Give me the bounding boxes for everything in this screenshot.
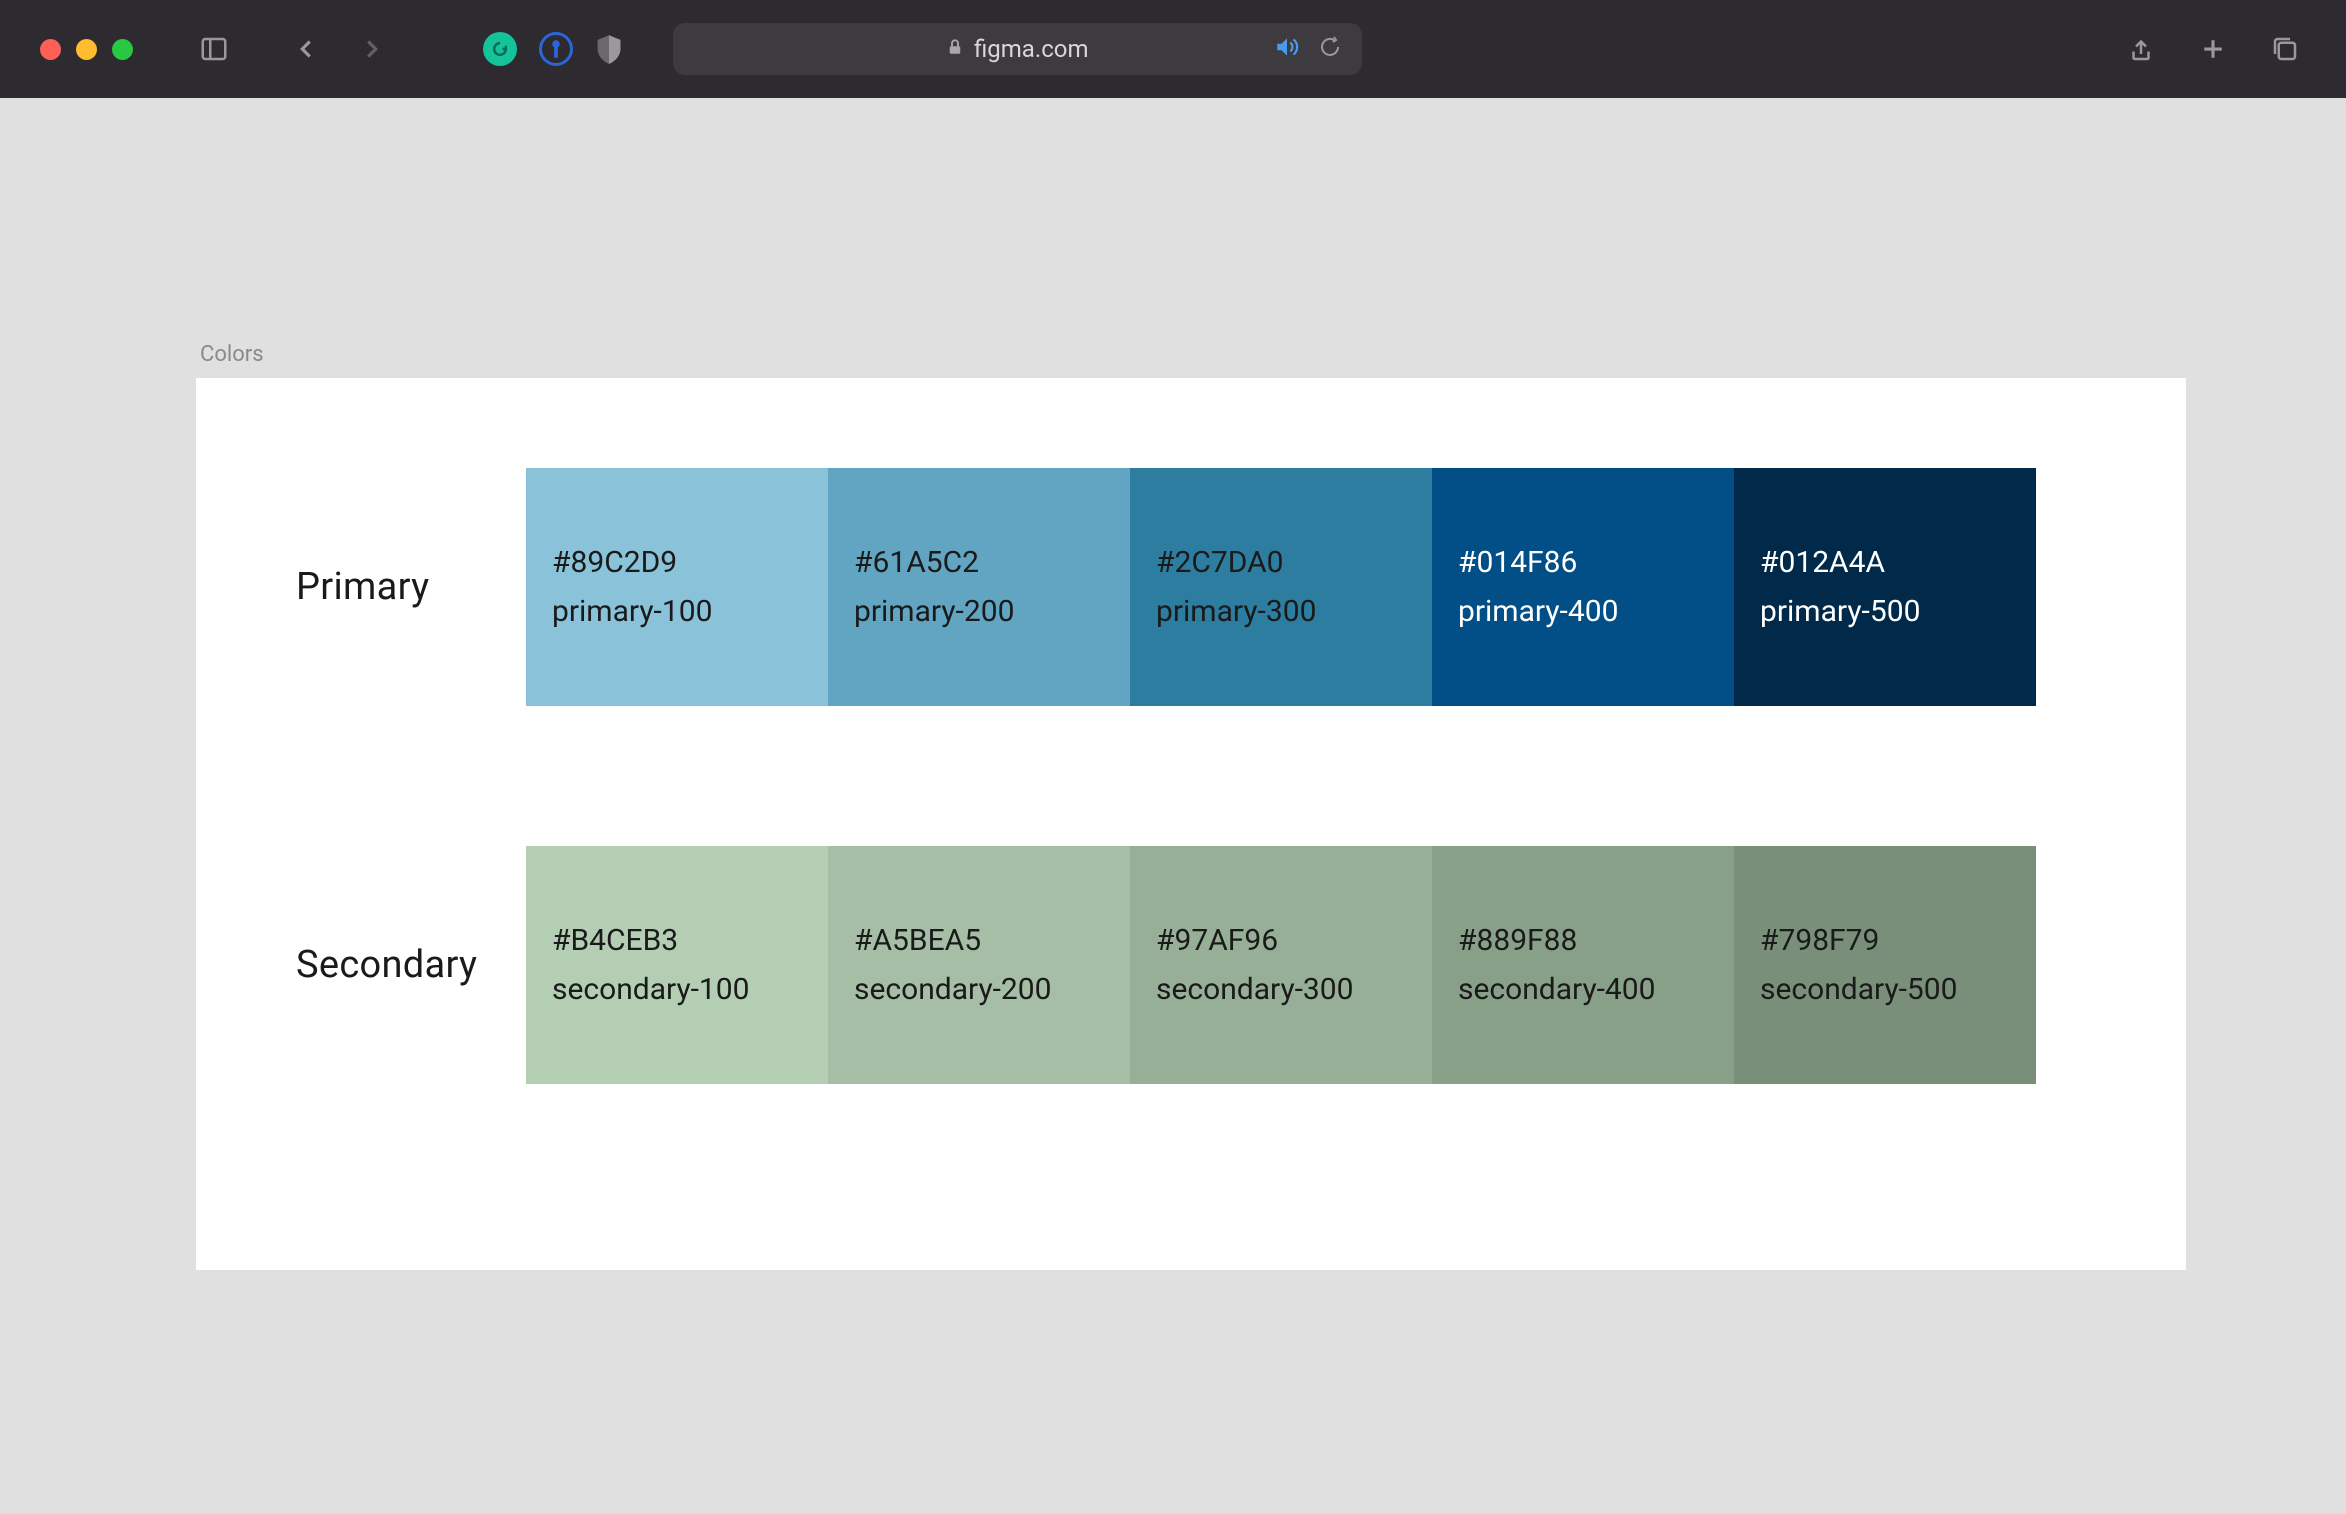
audio-playing-icon[interactable] <box>1274 34 1300 64</box>
secondary-palette-row: Secondary #B4CEB3 secondary-100 #A5BEA5 … <box>296 846 2086 1084</box>
tabs-overview-button[interactable] <box>2264 28 2306 70</box>
swatch-secondary-100[interactable]: #B4CEB3 secondary-100 <box>526 846 828 1084</box>
sidebar-toggle-button[interactable] <box>193 28 235 70</box>
swatch-secondary-200[interactable]: #A5BEA5 secondary-200 <box>828 846 1130 1084</box>
browser-extensions <box>483 32 623 66</box>
grammarly-extension-icon[interactable] <box>483 32 517 66</box>
palette-label-primary: Primary <box>296 565 526 609</box>
address-bar[interactable]: figma.com <box>673 23 1362 75</box>
swatch-hex: #89C2D9 <box>552 545 802 580</box>
close-window-button[interactable] <box>40 39 61 60</box>
url-text: figma.com <box>974 35 1089 63</box>
swatch-hex: #2C7DA0 <box>1156 545 1406 580</box>
swatch-primary-400[interactable]: #014F86 primary-400 <box>1432 468 1734 706</box>
swatch-name: primary-400 <box>1458 594 1708 629</box>
swatch-secondary-300[interactable]: #97AF96 secondary-300 <box>1130 846 1432 1084</box>
share-button[interactable] <box>2120 28 2162 70</box>
nav-arrows <box>285 28 393 70</box>
swatch-name: primary-100 <box>552 594 802 629</box>
swatch-name: secondary-200 <box>854 972 1104 1007</box>
swatch-name: primary-300 <box>1156 594 1406 629</box>
forward-button[interactable] <box>351 28 393 70</box>
swatch-primary-300[interactable]: #2C7DA0 primary-300 <box>1130 468 1432 706</box>
swatch-name: secondary-400 <box>1458 972 1708 1007</box>
new-tab-button[interactable] <box>2192 28 2234 70</box>
swatch-hex: #889F88 <box>1458 923 1708 958</box>
swatch-name: secondary-500 <box>1760 972 2010 1007</box>
colors-frame[interactable]: Primary #89C2D9 primary-100 #61A5C2 prim… <box>196 378 2186 1270</box>
maximize-window-button[interactable] <box>112 39 133 60</box>
swatch-name: secondary-300 <box>1156 972 1406 1007</box>
back-button[interactable] <box>285 28 327 70</box>
lock-icon <box>946 36 964 62</box>
palette-label-secondary: Secondary <box>296 943 526 987</box>
swatch-primary-100[interactable]: #89C2D9 primary-100 <box>526 468 828 706</box>
swatch-hex: #798F79 <box>1760 923 2010 958</box>
1password-extension-icon[interactable] <box>539 32 573 66</box>
address-bar-right-icons <box>1274 34 1342 64</box>
swatch-hex: #014F86 <box>1458 545 1708 580</box>
minimize-window-button[interactable] <box>76 39 97 60</box>
swatch-name: secondary-100 <box>552 972 802 1007</box>
swatch-hex: #012A4A <box>1760 545 2010 580</box>
swatch-name: primary-200 <box>854 594 1104 629</box>
browser-chrome: figma.com <box>0 0 2346 98</box>
swatch-hex: #A5BEA5 <box>854 923 1104 958</box>
swatch-hex: #97AF96 <box>1156 923 1406 958</box>
figma-canvas[interactable]: Colors Primary #89C2D9 primary-100 #61A5… <box>0 98 2346 1514</box>
swatch-hex: #B4CEB3 <box>552 923 802 958</box>
window-controls <box>40 39 133 60</box>
secondary-swatches: #B4CEB3 secondary-100 #A5BEA5 secondary-… <box>526 846 2036 1084</box>
privacy-shield-icon[interactable] <box>595 33 623 65</box>
swatch-primary-200[interactable]: #61A5C2 primary-200 <box>828 468 1130 706</box>
frame-label[interactable]: Colors <box>200 342 264 367</box>
primary-swatches: #89C2D9 primary-100 #61A5C2 primary-200 … <box>526 468 2036 706</box>
swatch-primary-500[interactable]: #012A4A primary-500 <box>1734 468 2036 706</box>
swatch-name: primary-500 <box>1760 594 2010 629</box>
swatch-secondary-500[interactable]: #798F79 secondary-500 <box>1734 846 2036 1084</box>
reload-button[interactable] <box>1318 35 1342 63</box>
swatch-secondary-400[interactable]: #889F88 secondary-400 <box>1432 846 1734 1084</box>
chrome-right-buttons <box>2120 28 2306 70</box>
primary-palette-row: Primary #89C2D9 primary-100 #61A5C2 prim… <box>296 468 2086 706</box>
swatch-hex: #61A5C2 <box>854 545 1104 580</box>
